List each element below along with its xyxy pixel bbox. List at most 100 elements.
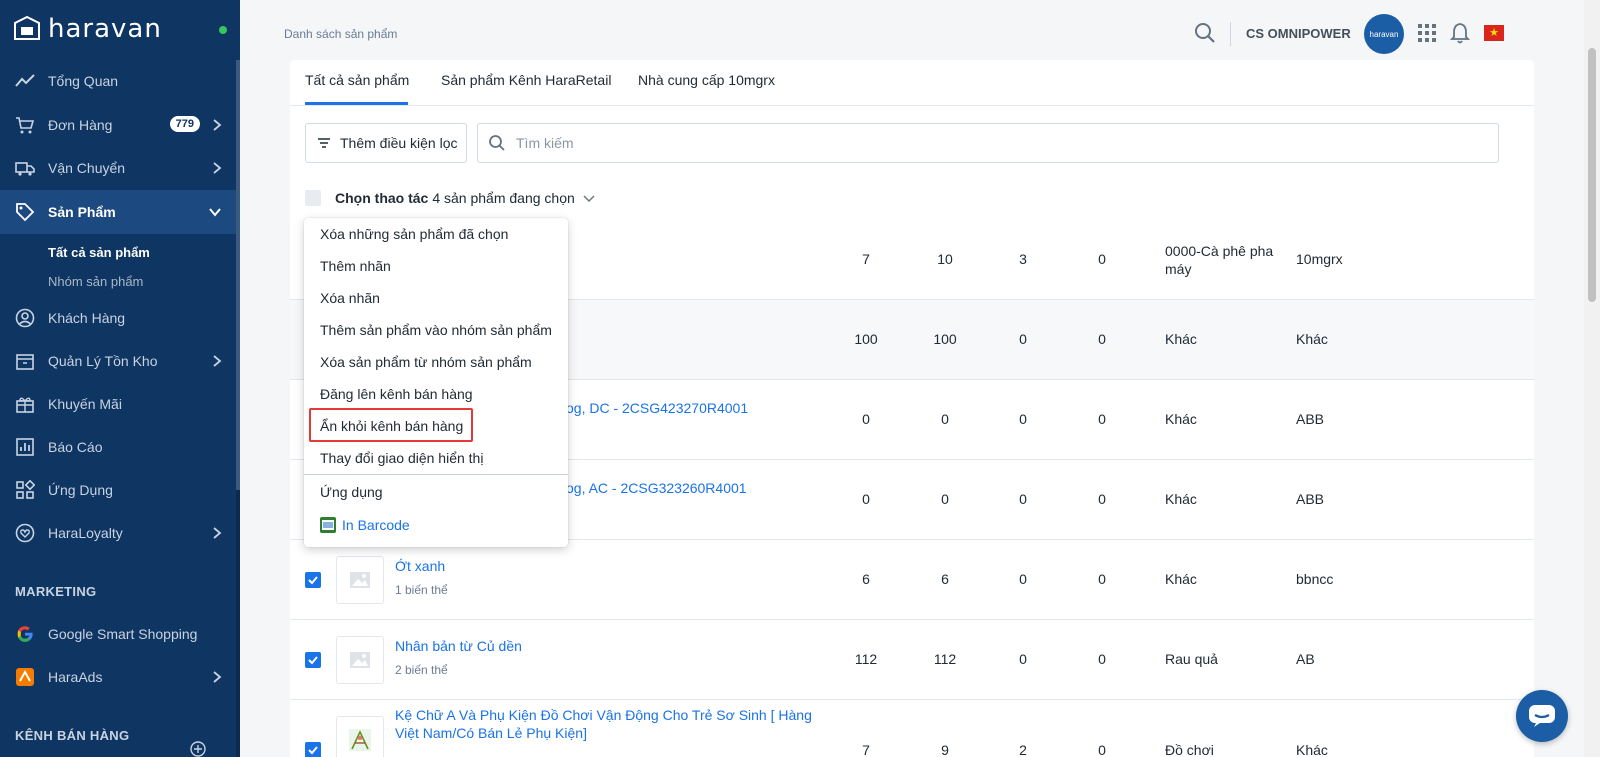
menu-item-add-to-group[interactable]: Thêm sản phẩm vào nhóm sản phẩm [320, 322, 552, 338]
cell-value: 2 [1019, 742, 1027, 757]
haraads-icon [14, 666, 36, 688]
bulk-action-bar[interactable]: Chọn thao tác 4 sản phẩm đang chọn [305, 190, 595, 206]
section-marketing: MARKETING [15, 584, 97, 599]
table-row[interactable]: Ớt xanh 1 biến thể 6 6 0 0 Khác bbncc [290, 540, 1534, 620]
cell-value: 100 [854, 331, 878, 347]
cell-vendor: bbncc [1296, 571, 1334, 587]
nav-don-hang[interactable]: Đơn Hàng 779 [0, 103, 236, 147]
check-icon [308, 576, 318, 585]
user-circle-icon [14, 307, 36, 329]
tab-hararetail-products[interactable]: Sản phẩm Kênh HaraRetail [441, 72, 611, 88]
add-filter-button[interactable]: Thêm điều kiện lọc [305, 123, 467, 163]
product-thumbnail[interactable] [336, 636, 384, 684]
cell-vendor: ABB [1296, 491, 1325, 507]
product-name-link[interactable]: og, DC - 2CSG423270R4001 [566, 399, 748, 417]
product-name-link[interactable]: og, AC - 2CSG323260R4001 [566, 479, 747, 497]
table-row[interactable]: Nhân bản từ Củ dền 2 biến thể 112 112 0 … [290, 620, 1534, 700]
nav-khach-hang[interactable]: Khách Hàng [0, 296, 236, 340]
chat-support-button[interactable] [1516, 690, 1568, 742]
cell-value: 0 [1019, 651, 1027, 667]
nav-bao-cao[interactable]: Báo Cáo [0, 425, 236, 469]
cart-icon [14, 114, 36, 136]
menu-item-add-tag[interactable]: Thêm nhãn [320, 258, 391, 274]
nav-label: Google Smart Shopping [48, 626, 198, 642]
haravan-logo[interactable]: haravan [12, 14, 162, 44]
menu-item-delete-selected[interactable]: Xóa những sản phẩm đã chọn [320, 226, 508, 242]
cell-value: 9 [941, 742, 949, 757]
sidebar-scroll-thumb[interactable] [236, 60, 240, 490]
divider [1230, 22, 1231, 46]
cell-value: 6 [941, 571, 949, 587]
tag-icon [14, 201, 36, 223]
nav-label: Tổng Quan [48, 73, 119, 89]
selected-count-text: 4 sản phẩm đang chọn [432, 190, 575, 206]
chevron-right-icon [213, 119, 222, 131]
vietnam-flag-icon[interactable]: ★ [1484, 25, 1504, 41]
product-thumbnail[interactable] [336, 716, 384, 757]
sidebar-sub-product-groups[interactable]: Nhóm sản phẩm [48, 274, 143, 289]
tab-all-products[interactable]: Tất cả sản phẩm [305, 72, 409, 88]
page-scroll-thumb[interactable] [1588, 48, 1596, 302]
apps-grid-icon[interactable] [1418, 24, 1436, 42]
cell-vendor: AB [1296, 651, 1315, 667]
breadcrumb[interactable]: Danh sách sản phẩm [284, 27, 397, 41]
cell-value: 3 [1019, 251, 1027, 267]
variant-count: 1 biến thể [395, 583, 448, 597]
cell-product-type: Khác [1165, 411, 1197, 427]
nav-van-chuyen[interactable]: Vận Chuyển [0, 146, 236, 190]
nav-tong-quan[interactable]: Tổng Quan [0, 59, 236, 103]
cell-value: 112 [933, 651, 957, 667]
cell-value: 0 [862, 411, 870, 427]
chevron-down-icon [583, 195, 595, 202]
store-name[interactable]: CS OMNIPOWER [1246, 26, 1351, 41]
menu-item-change-template[interactable]: Thay đổi giao diện hiển thị [320, 450, 483, 466]
add-channel-icon[interactable] [190, 741, 206, 757]
menu-item-print-barcode[interactable]: In Barcode [320, 517, 410, 533]
cell-product-type: Khác [1165, 331, 1197, 347]
menu-item-remove-tag[interactable]: Xóa nhãn [320, 290, 380, 306]
check-icon [308, 746, 318, 755]
product-name-link[interactable]: Kệ Chữ A Và Phụ Kiện Đồ Chơi Vận Động Ch… [395, 706, 835, 742]
menu-item-publish-channel[interactable]: Đăng lên kênh bán hàng [320, 386, 473, 402]
haravan-logo-icon [14, 15, 40, 40]
nav-san-pham[interactable]: Sản Phẩm [0, 190, 236, 234]
product-thumbnail[interactable] [336, 556, 384, 604]
nav-label: HaraAds [48, 669, 103, 685]
image-placeholder-icon [350, 572, 370, 588]
row-checkbox[interactable] [305, 572, 321, 588]
nav-haraloyalty[interactable]: HaraLoyalty [0, 511, 236, 555]
table-row[interactable]: Kệ Chữ A Và Phụ Kiện Đồ Chơi Vận Động Ch… [290, 700, 1534, 757]
flag-star: ★ [1489, 26, 1499, 39]
search-icon[interactable] [1194, 22, 1216, 44]
nav-label: Khuyến Mãi [48, 396, 122, 412]
avatar[interactable]: haravan [1364, 14, 1404, 54]
tab-vendor-10mgrx[interactable]: Nhà cung cấp 10mgrx [638, 72, 775, 88]
row-checkbox[interactable] [305, 742, 321, 757]
product-name-link[interactable]: Nhân bản từ Củ dền [395, 637, 522, 655]
menu-item-apps[interactable]: Ứng dụng [320, 484, 383, 500]
nav-quan-ly-ton-kho[interactable]: Quản Lý Tồn Kho [0, 339, 236, 383]
row-checkbox[interactable] [305, 652, 321, 668]
nav-haraads[interactable]: HaraAds [0, 655, 236, 699]
check-icon [308, 656, 318, 665]
menu-item-hide-from-channel[interactable]: Ẩn khỏi kênh bán hàng [320, 418, 463, 434]
product-name-link[interactable]: Ớt xanh [395, 557, 445, 575]
select-all-checkbox[interactable] [305, 190, 321, 206]
cell-value: 0 [1098, 251, 1106, 267]
cell-value: 0 [1098, 411, 1106, 427]
search-field[interactable] [477, 123, 1499, 163]
search-input[interactable] [516, 135, 1416, 151]
nav-google-smart-shopping[interactable]: Google Smart Shopping [0, 612, 236, 656]
menu-item-remove-from-group[interactable]: Xóa sản phẩm từ nhóm sản phẩm [320, 354, 532, 370]
chevron-right-icon [213, 162, 222, 174]
order-count-badge: 779 [169, 116, 200, 132]
active-tab-indicator [305, 102, 408, 105]
cell-product-type: 0000-Cà phê pha máy [1165, 243, 1274, 277]
nav-ung-dung[interactable]: Ứng Dụng [0, 468, 236, 512]
cell-vendor: Khác [1296, 742, 1328, 757]
cell-value: 7 [862, 251, 870, 267]
nav-khuyen-mai[interactable]: Khuyến Mãi [0, 382, 236, 426]
sidebar-sub-all-products[interactable]: Tất cả sản phẩm [48, 245, 150, 260]
bell-icon[interactable] [1450, 22, 1470, 44]
cell-value: 0 [1019, 411, 1027, 427]
